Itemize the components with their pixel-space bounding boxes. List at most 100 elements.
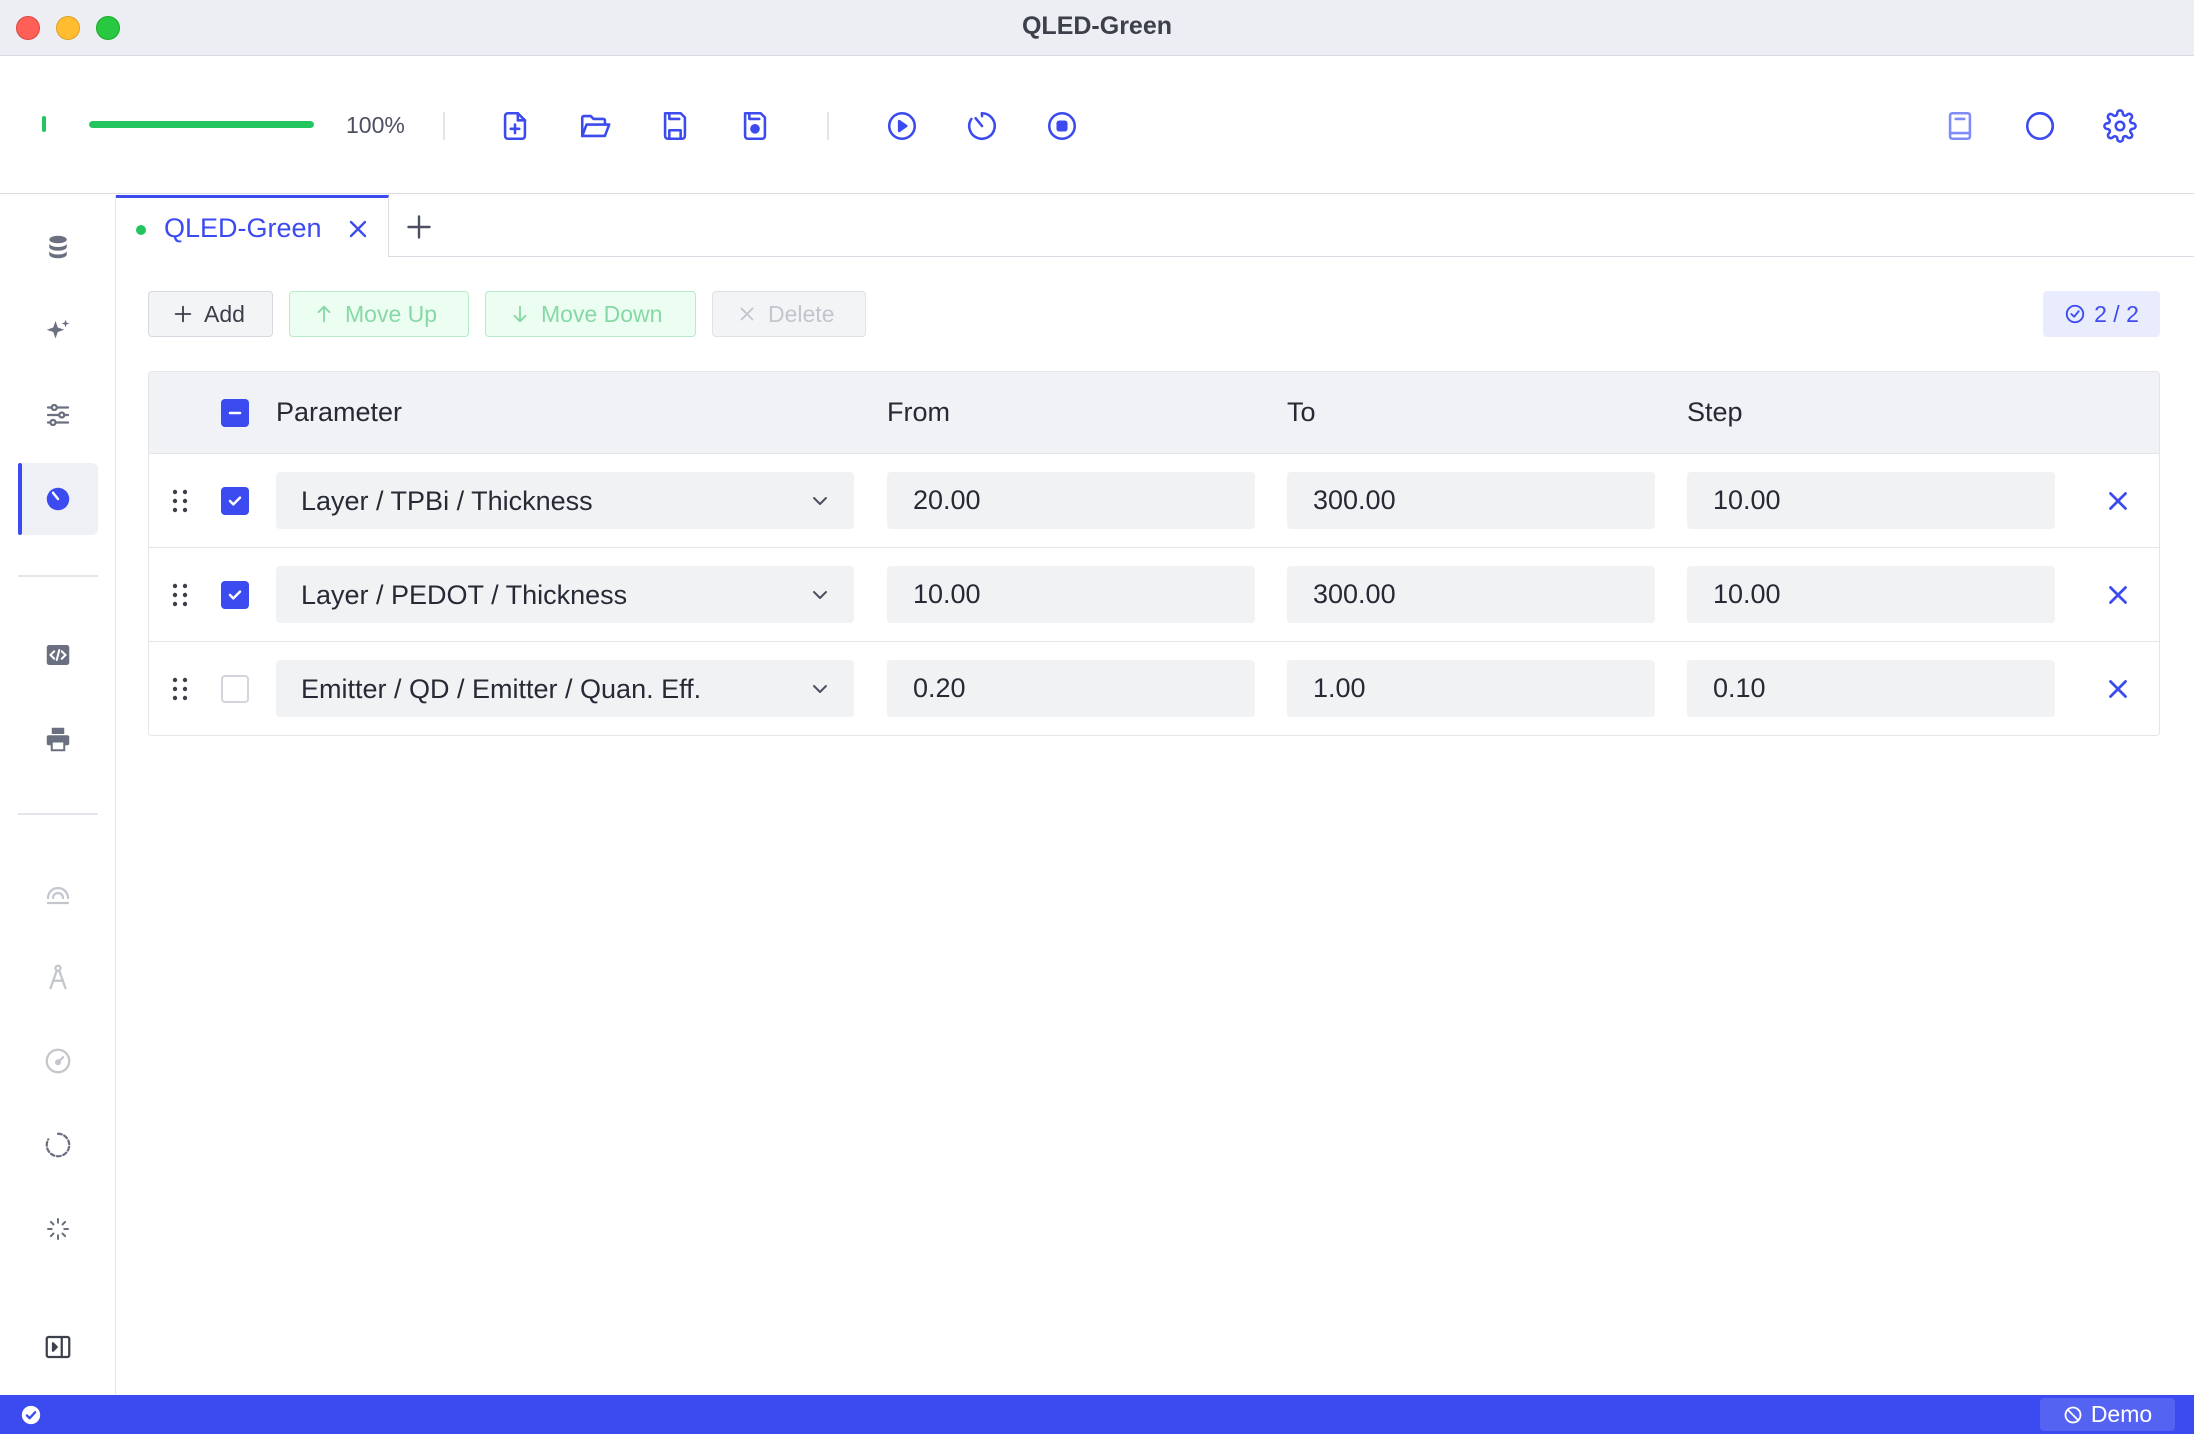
book-icon	[1948, 111, 1972, 141]
demo-label: Demo	[2090, 1401, 2153, 1427]
parameter-select[interactable]: Layer / TPBi / Thickness	[276, 472, 854, 529]
app-window: QLED-Green 100% QLED-Green Add Move Up M…	[0, 0, 2194, 1434]
remove-row-icon[interactable]	[2103, 674, 2133, 704]
chevron-down-icon	[813, 497, 827, 505]
to-input[interactable]	[1287, 566, 1655, 623]
database-icon	[49, 235, 67, 259]
new-file-button[interactable]	[494, 105, 536, 147]
sidebar-item-loading[interactable]	[18, 1193, 98, 1265]
plus-icon	[174, 305, 192, 323]
table-row: Emitter / QD / Emitter / Quan. Eff.	[149, 642, 2159, 735]
settings-button[interactable]	[2099, 105, 2141, 147]
docs-button[interactable]	[1939, 105, 1981, 147]
progress-text: 100%	[346, 112, 405, 138]
tab-qled-green[interactable]: QLED-Green	[116, 195, 389, 257]
from-input[interactable]	[887, 472, 1255, 529]
move-up-label: Move Up	[345, 300, 438, 327]
stop-button[interactable]	[1041, 105, 1083, 147]
row-checkbox[interactable]	[221, 581, 249, 609]
save-as-button[interactable]	[734, 105, 776, 147]
sidebar-item-script[interactable]	[18, 619, 98, 691]
sliders-icon	[46, 403, 70, 427]
run-button[interactable]	[881, 105, 923, 147]
sidebar-item-settings[interactable]	[18, 379, 98, 451]
toolbar: 100%	[0, 57, 2194, 194]
sidebar-item-progress[interactable]	[18, 1109, 98, 1181]
title-bar: QLED-Green	[0, 0, 2194, 56]
drag-handle-icon[interactable]	[169, 487, 191, 515]
selection-counter-badge: 2 / 2	[2043, 291, 2160, 337]
printer-icon	[46, 727, 70, 752]
sidebar-item-geometry[interactable]	[18, 941, 98, 1013]
sidebar-item-print[interactable]	[18, 703, 98, 775]
remove-row-icon[interactable]	[2103, 486, 2133, 516]
code-icon	[46, 645, 70, 665]
row-checkbox[interactable]	[221, 487, 249, 515]
table-row: Layer / TPBi / Thickness	[149, 454, 2159, 548]
panel-toggle-icon	[45, 1335, 71, 1359]
move-up-button[interactable]: Move Up	[289, 291, 469, 337]
sidebar-item-toggle-panel[interactable]	[18, 1311, 98, 1383]
sidebar	[0, 195, 116, 1395]
delete-button[interactable]: Delete	[712, 291, 866, 337]
sidebar-item-performance[interactable]	[18, 1025, 98, 1097]
table-row: Layer / PEDOT / Thickness	[149, 548, 2159, 642]
chevron-down-icon	[813, 685, 827, 693]
from-input[interactable]	[887, 660, 1255, 717]
move-down-button[interactable]: Move Down	[485, 291, 696, 337]
parameter-select[interactable]: Emitter / QD / Emitter / Quan. Eff.	[276, 660, 854, 717]
parameter-value: Layer / PEDOT / Thickness	[301, 580, 628, 610]
close-tab-icon[interactable]	[344, 215, 372, 243]
compass-icon	[49, 964, 67, 990]
select-all-checkbox[interactable]	[221, 399, 249, 427]
from-input[interactable]	[887, 566, 1255, 623]
tab-status-dot	[136, 225, 146, 235]
table-header: Parameter From To Step	[149, 372, 2159, 454]
parameter-value: Layer / TPBi / Thickness	[301, 486, 593, 516]
drag-handle-icon[interactable]	[169, 581, 191, 609]
sidebar-divider	[18, 813, 98, 815]
header-parameter: Parameter	[276, 397, 403, 427]
toolbar-divider	[443, 112, 445, 140]
sweep-table: Parameter From To Step Layer / TPBi / Th…	[148, 371, 2160, 736]
arrow-up-icon	[317, 305, 331, 323]
sidebar-item-database[interactable]	[18, 211, 98, 283]
remove-row-icon[interactable]	[2103, 580, 2133, 610]
gear-icon	[2103, 109, 2137, 143]
checkmark-icon	[228, 496, 242, 506]
step-input[interactable]	[1687, 660, 2055, 717]
toolbar-divider	[827, 112, 829, 140]
run-icon	[887, 111, 917, 141]
window-title: QLED-Green	[1021, 12, 1173, 40]
step-input[interactable]	[1687, 566, 2055, 623]
theme-icon	[2025, 111, 2055, 141]
move-down-label: Move Down	[541, 300, 663, 327]
parameter-select[interactable]: Layer / PEDOT / Thickness	[276, 566, 854, 623]
add-button[interactable]: Add	[148, 291, 273, 337]
status-indicator	[42, 116, 46, 132]
add-tab-icon[interactable]	[401, 209, 437, 245]
open-button[interactable]	[574, 105, 616, 147]
sidebar-item-optimize[interactable]	[18, 295, 98, 367]
tab-label: QLED-Green	[164, 213, 322, 243]
sidebar-item-spectrum[interactable]	[18, 857, 98, 929]
selection-count: 2 / 2	[2094, 300, 2139, 327]
step-input[interactable]	[1687, 472, 2055, 529]
loader-icon	[45, 1132, 71, 1158]
sparkles-icon	[46, 319, 70, 339]
demo-mode-badge[interactable]: Demo	[2040, 1398, 2175, 1431]
chevron-down-icon	[813, 591, 827, 599]
to-input[interactable]	[1287, 472, 1655, 529]
rainbow-icon	[46, 886, 70, 905]
new-file-icon	[503, 111, 527, 141]
progress-bar	[89, 121, 314, 128]
close-icon	[740, 307, 754, 321]
row-checkbox[interactable]	[221, 675, 249, 703]
open-folder-icon	[580, 114, 611, 138]
to-input[interactable]	[1287, 660, 1655, 717]
theme-button[interactable]	[2019, 105, 2061, 147]
timer-button[interactable]	[961, 105, 1003, 147]
save-button[interactable]	[654, 105, 696, 147]
sidebar-item-sweep[interactable]	[18, 463, 98, 535]
drag-handle-icon[interactable]	[169, 675, 191, 703]
